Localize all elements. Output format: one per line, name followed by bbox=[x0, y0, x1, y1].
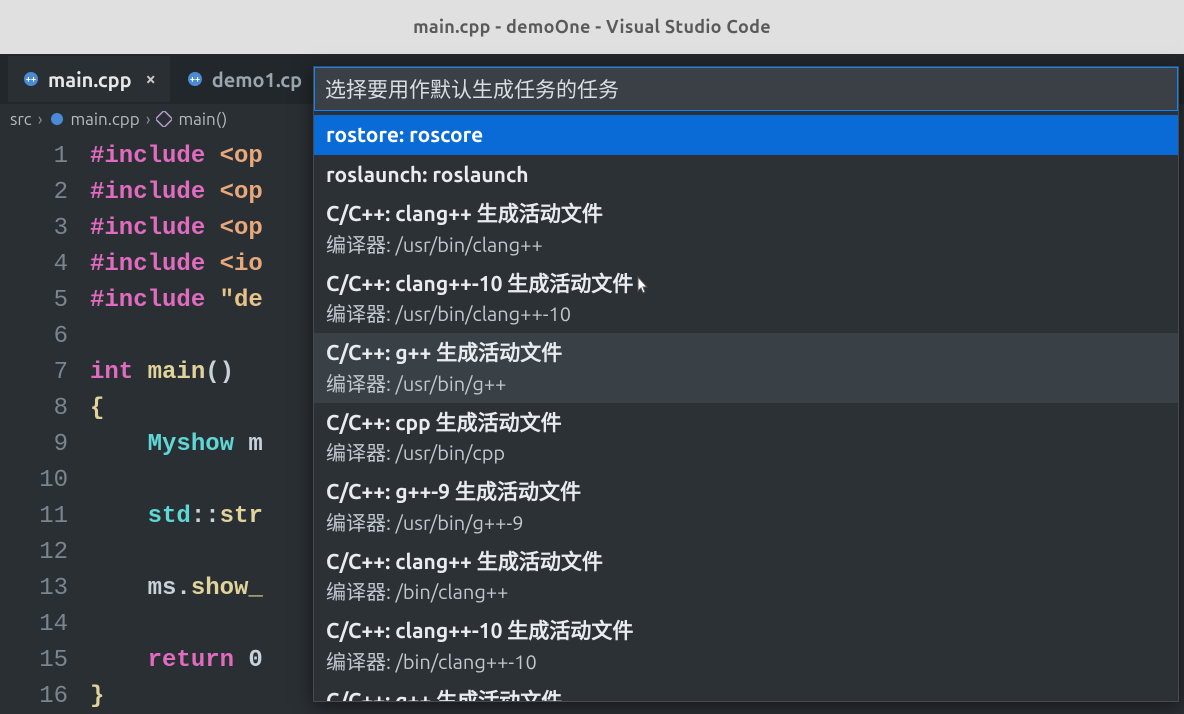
line-number: 6 bbox=[0, 323, 90, 350]
task-item-title: C/C++: clang++-10 生成活动文件 bbox=[326, 268, 1166, 300]
breadcrumb-segment[interactable]: main() bbox=[178, 110, 227, 129]
task-item-description: 编译器: /usr/bin/g++-9 bbox=[326, 508, 1166, 538]
task-list-item[interactable]: C/C++: g++ 生成活动文件编译器: /bin/g++ bbox=[314, 681, 1178, 702]
tab-label: main.cpp bbox=[48, 68, 132, 91]
tab-label: demo1.cp bbox=[212, 68, 302, 91]
tab-demo1-cpp[interactable]: ++ demo1.cp bbox=[172, 56, 316, 102]
line-number: 9 bbox=[0, 431, 90, 458]
quick-input-placeholder: 选择要用作默认生成任务的任务 bbox=[325, 74, 619, 104]
chevron-right-icon: › bbox=[38, 110, 43, 129]
chevron-right-icon: › bbox=[146, 110, 151, 129]
command-palette: 选择要用作默认生成任务的任务 rostore: roscore roslaunch… bbox=[313, 66, 1179, 702]
cpp-file-icon: ++ bbox=[22, 70, 40, 88]
breadcrumb-segment[interactable]: main.cpp bbox=[71, 110, 140, 129]
title-bar: main.cpp - demoOne - Visual Studio Code bbox=[0, 0, 1184, 54]
task-item-description: 编译器: /bin/clang++-10 bbox=[326, 647, 1166, 677]
breadcrumb-segment[interactable]: src bbox=[10, 110, 32, 129]
cpp-file-icon: ++ bbox=[186, 70, 204, 88]
task-item-title: C/C++: g++ 生成活动文件 bbox=[326, 685, 1166, 702]
function-icon bbox=[156, 111, 172, 127]
line-number: 4 bbox=[0, 251, 90, 278]
line-number: 2 bbox=[0, 179, 90, 206]
line-number: 16 bbox=[0, 683, 90, 710]
task-item-title: C/C++: g++-9 生成活动文件 bbox=[326, 476, 1166, 508]
quick-input-field[interactable]: 选择要用作默认生成任务的任务 bbox=[314, 67, 1178, 111]
svg-text:++: ++ bbox=[26, 74, 36, 84]
line-number: 11 bbox=[0, 503, 90, 530]
task-item-description: 编译器: /usr/bin/g++ bbox=[326, 369, 1166, 399]
task-list-item[interactable]: C/C++: clang++-10 生成活动文件编译器: /bin/clang+… bbox=[314, 611, 1178, 681]
task-item-title: rostore: roscore bbox=[326, 119, 1166, 151]
line-number: 14 bbox=[0, 611, 90, 638]
cpp-file-icon bbox=[49, 111, 65, 127]
line-number: 10 bbox=[0, 467, 90, 494]
task-item-title: roslaunch: roslaunch bbox=[326, 159, 1166, 191]
line-number: 7 bbox=[0, 359, 90, 386]
task-list-item[interactable]: C/C++: g++ 生成活动文件编译器: /usr/bin/g++ bbox=[314, 333, 1178, 403]
task-item-title: C/C++: cpp 生成活动文件 bbox=[326, 407, 1166, 439]
task-list-item[interactable]: roslaunch: roslaunch bbox=[314, 155, 1178, 195]
task-item-description: 编译器: /usr/bin/clang++-10 bbox=[326, 299, 1166, 329]
task-item-description: 编译器: /usr/bin/clang++ bbox=[326, 230, 1166, 260]
task-list-item[interactable]: rostore: roscore bbox=[314, 115, 1178, 155]
task-list-item[interactable]: C/C++: cpp 生成活动文件编译器: /usr/bin/cpp bbox=[314, 403, 1178, 473]
line-number: 5 bbox=[0, 287, 90, 314]
line-number: 8 bbox=[0, 395, 90, 422]
task-list: rostore: roscoreroslaunch: roslaunchC/C+… bbox=[314, 111, 1178, 701]
line-number: 12 bbox=[0, 539, 90, 566]
task-item-title: C/C++: clang++ 生成活动文件 bbox=[326, 546, 1166, 578]
line-number: 3 bbox=[0, 215, 90, 242]
line-number: 13 bbox=[0, 575, 90, 602]
task-item-description: 编译器: /usr/bin/cpp bbox=[326, 438, 1166, 468]
window-title: main.cpp - demoOne - Visual Studio Code bbox=[413, 17, 771, 37]
task-item-description: 编译器: /bin/clang++ bbox=[326, 577, 1166, 607]
line-number: 1 bbox=[0, 143, 90, 170]
task-list-item[interactable]: C/C++: clang++ 生成活动文件编译器: /bin/clang++ bbox=[314, 542, 1178, 612]
line-number: 15 bbox=[0, 647, 90, 674]
tab-main-cpp[interactable]: ++ main.cpp × bbox=[8, 56, 170, 102]
svg-text:++: ++ bbox=[190, 74, 200, 84]
task-item-title: C/C++: clang++-10 生成活动文件 bbox=[326, 615, 1166, 647]
close-icon[interactable]: × bbox=[146, 69, 156, 89]
task-item-title: C/C++: clang++ 生成活动文件 bbox=[326, 198, 1166, 230]
task-item-title: C/C++: g++ 生成活动文件 bbox=[326, 337, 1166, 369]
task-list-item[interactable]: C/C++: clang++ 生成活动文件编译器: /usr/bin/clang… bbox=[314, 194, 1178, 264]
task-list-item[interactable]: C/C++: g++-9 生成活动文件编译器: /usr/bin/g++-9 bbox=[314, 472, 1178, 542]
task-list-item[interactable]: C/C++: clang++-10 生成活动文件编译器: /usr/bin/cl… bbox=[314, 264, 1178, 334]
cursor-pointer-icon bbox=[635, 276, 651, 300]
